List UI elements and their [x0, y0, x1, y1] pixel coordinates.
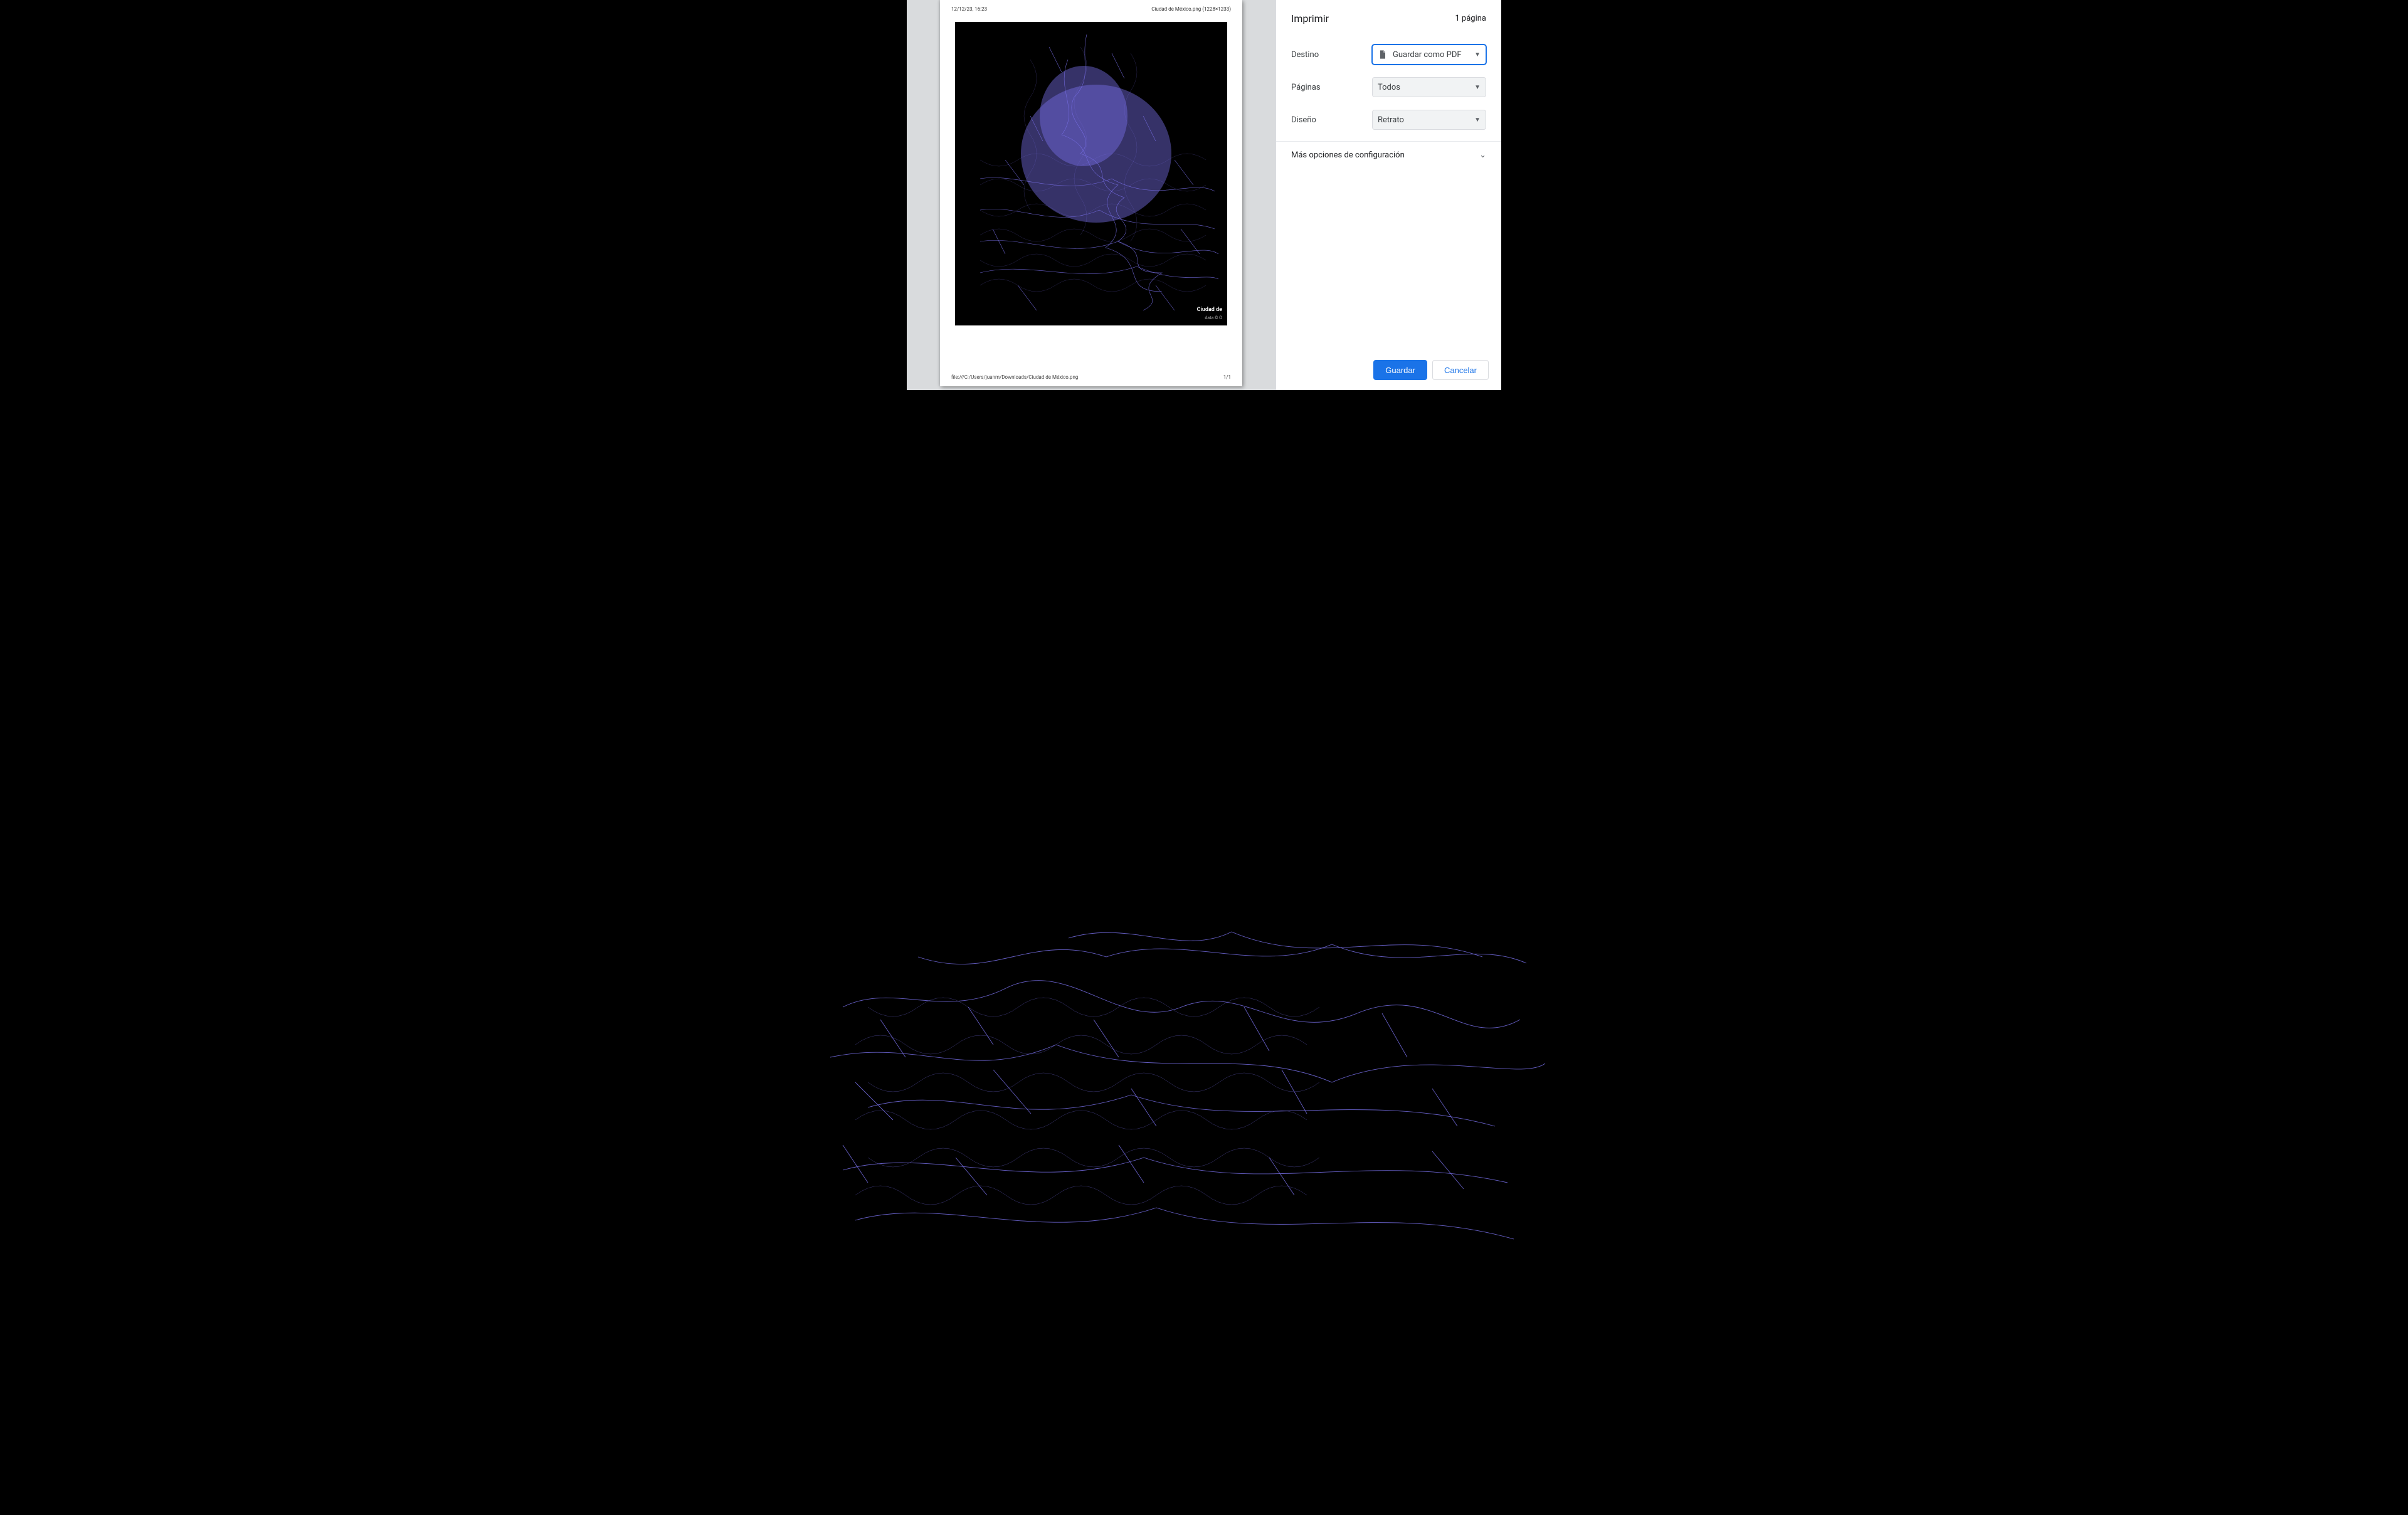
layout-value: Retrato	[1378, 115, 1469, 125]
pages-label: Páginas	[1291, 83, 1321, 92]
chevron-down-icon: ⌄	[1479, 150, 1486, 160]
destination-value: Guardar como PDF	[1393, 50, 1469, 60]
preview-city-label: Ciudad de	[1197, 307, 1222, 313]
chevron-down-icon: ▼	[1474, 117, 1481, 124]
preview-footer-page: 1/1	[1223, 374, 1231, 380]
preview-timestamp: 12/12/23, 16:23	[951, 6, 987, 12]
layout-label: Diseño	[1291, 115, 1316, 125]
chevron-down-icon: ▼	[1474, 51, 1481, 58]
preview-map-image: Ciudad de data © O	[955, 22, 1227, 325]
background-map	[805, 606, 1558, 1296]
more-settings-label: Más opciones de configuración	[1291, 150, 1405, 160]
preview-title: Ciudad de México.png (1228×1233)	[1151, 6, 1231, 12]
print-preview-pane: 12/12/23, 16:23 Ciudad de México.png (12…	[907, 0, 1275, 390]
pages-select[interactable]: Todos ▼	[1372, 77, 1486, 97]
chevron-down-icon: ▼	[1474, 84, 1481, 91]
print-dialog: 12/12/23, 16:23 Ciudad de México.png (12…	[907, 0, 1501, 390]
cancel-button[interactable]: Cancelar	[1432, 360, 1489, 380]
dialog-title: Imprimir	[1291, 13, 1329, 24]
more-settings-toggle[interactable]: Más opciones de configuración ⌄	[1276, 144, 1501, 166]
layout-select[interactable]: Retrato ▼	[1372, 110, 1486, 130]
destination-label: Destino	[1291, 50, 1319, 60]
pdf-file-icon	[1378, 50, 1388, 60]
destination-select[interactable]: Guardar como PDF ▼	[1372, 45, 1486, 65]
preview-footer-path: file:///C:/Users/juanm/Downloads/Ciudad …	[951, 374, 1078, 380]
preview-credit: data © O	[1205, 315, 1222, 320]
pages-value: Todos	[1378, 83, 1469, 92]
preview-page: 12/12/23, 16:23 Ciudad de México.png (12…	[940, 0, 1242, 386]
print-settings-panel: Imprimir 1 página Destino Guardar como P…	[1275, 0, 1501, 390]
save-button[interactable]: Guardar	[1373, 360, 1427, 380]
sheet-count: 1 página	[1455, 14, 1486, 23]
